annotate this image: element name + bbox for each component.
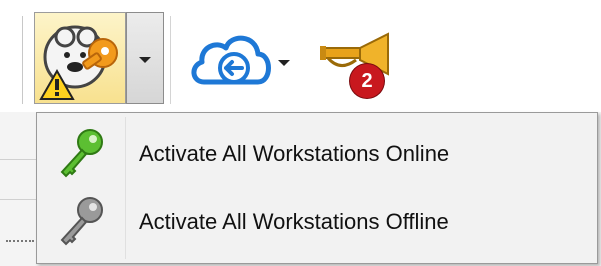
notifications-button[interactable]: 2: [318, 30, 398, 100]
license-warning-key-icon: [39, 25, 118, 100]
menu-item-activate-offline[interactable]: Activate All Workstations Offline: [39, 187, 595, 257]
license-split-button[interactable]: [34, 12, 164, 104]
chevron-down-icon: [139, 57, 151, 63]
chevron-down-icon[interactable]: [278, 60, 290, 66]
license-button[interactable]: [34, 12, 126, 104]
toolbar-separator: [22, 16, 23, 104]
gray-key-icon: [39, 187, 125, 257]
license-activation-menu: Activate All Workstations Online Activat…: [36, 112, 598, 264]
license-dropdown-button[interactable]: [126, 12, 164, 104]
row-divider: [0, 159, 40, 160]
toolbar-separator: [170, 16, 171, 104]
menu-item-activate-online[interactable]: Activate All Workstations Online: [39, 119, 595, 189]
dotted-line: [6, 240, 34, 244]
cloud-button[interactable]: [186, 26, 306, 96]
menu-item-label: Activate All Workstations Online: [139, 141, 450, 166]
green-key-icon: [39, 119, 125, 189]
notification-count-badge: 2: [350, 64, 384, 98]
menu-item-label: Activate All Workstations Offline: [139, 209, 449, 234]
cloud-sync-icon: [191, 35, 271, 85]
toolbar: 2: [0, 0, 601, 112]
row-divider: [0, 199, 40, 200]
